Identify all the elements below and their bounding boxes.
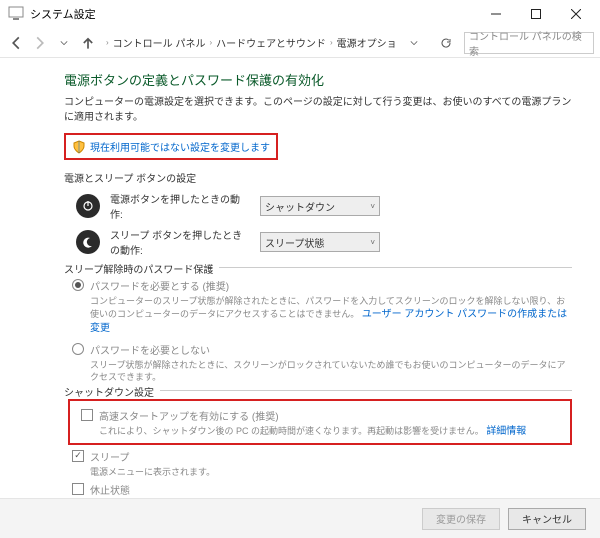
admin-settings-link[interactable]: 現在利用可能ではない設定を変更します [90, 139, 270, 154]
fast-startup-desc: これにより、シャットダウン後の PC の起動時間が速くなります。再起動は影響を受… [99, 425, 567, 439]
no-password-desc: スリープ状態が解除されたときに、スクリーンがロックされていないため誰でもお使いの… [90, 359, 572, 384]
sleep-checkbox[interactable] [72, 450, 84, 462]
power-sleep-buttons-title: 電源とスリープ ボタンの設定 [64, 170, 572, 185]
breadcrumb[interactable]: › コントロール パネル › ハードウェアとサウンド › 電源オプション › シ… [102, 35, 396, 51]
search-placeholder: コントロール パネルの検索 [469, 28, 589, 58]
shutdown-settings-legend: シャットダウン設定 [64, 384, 160, 399]
no-password-radio[interactable] [72, 343, 84, 355]
page-heading: 電源ボタンの定義とパスワード保護の有効化 [64, 70, 572, 89]
save-changes-button[interactable]: 変更の保存 [422, 508, 500, 530]
fast-startup-details-link[interactable]: 詳細情報 [486, 426, 526, 437]
fast-startup-label: 高速スタートアップを有効にする (推奨) [99, 408, 279, 423]
close-button[interactable] [556, 0, 596, 28]
history-dropdown[interactable] [54, 33, 74, 53]
chevron-right-icon: › [209, 38, 212, 47]
shield-icon [72, 140, 86, 154]
require-password-desc: コンピューターのスリープ状態が解除されたときに、パスワードを入力してスクリーンの… [90, 295, 572, 336]
fast-startup-checkbox[interactable] [81, 409, 93, 421]
window-title: システム設定 [30, 6, 96, 22]
maximize-button[interactable] [516, 0, 556, 28]
sleep-button-value: スリープ状態 [265, 235, 324, 250]
chevron-right-icon: › [330, 38, 333, 47]
hibernate-label: 休止状態 [90, 482, 130, 497]
minimize-button[interactable] [476, 0, 516, 28]
power-button-value: シャットダウン [265, 199, 335, 214]
power-button-label: 電源ボタンを押したときの動作: [110, 191, 250, 221]
no-password-label: パスワードを必要としない [90, 342, 210, 357]
require-password-label: パスワードを必要とする (推奨) [90, 278, 229, 293]
power-button-action-select[interactable]: シャットダウン ˅ [260, 196, 380, 216]
highlight-admin-link: 現在利用可能ではない設定を変更します [64, 133, 278, 160]
highlight-fast-startup: 高速スタートアップを有効にする (推奨) これにより、シャットダウン後の PC … [68, 399, 572, 445]
require-password-radio[interactable] [72, 279, 84, 291]
password-protection-legend: スリープ解除時のパスワード保護 [64, 261, 219, 276]
chevron-down-icon: ˅ [370, 238, 375, 247]
power-icon [76, 194, 100, 218]
hibernate-checkbox[interactable] [72, 483, 84, 495]
crumb-control-panel[interactable]: コントロール パネル [113, 35, 206, 50]
crumb-hardware-sound[interactable]: ハードウェアとサウンド [216, 35, 326, 50]
up-button[interactable] [78, 33, 98, 53]
app-icon [8, 6, 24, 22]
sleep-icon [76, 230, 100, 254]
page-description: コンピューターの電源設定を選択できます。このページの設定に対して行う変更は、お使… [64, 95, 572, 125]
cancel-button[interactable]: キャンセル [508, 508, 586, 530]
sleep-desc: 電源メニューに表示されます。 [90, 466, 572, 479]
sleep-button-label: スリープ ボタンを押したときの動作: [110, 227, 250, 257]
sleep-button-action-select[interactable]: スリープ状態 ˅ [260, 232, 380, 252]
crumb-power-options[interactable]: 電源オプション [337, 35, 396, 50]
refresh-button[interactable] [432, 37, 460, 49]
search-input[interactable]: コントロール パネルの検索 [464, 32, 594, 54]
forward-button[interactable] [30, 33, 50, 53]
chevron-down-icon: ˅ [370, 202, 375, 211]
sleep-label: スリープ [90, 449, 129, 464]
chevron-right-icon: › [106, 38, 109, 47]
address-dropdown[interactable] [400, 39, 428, 47]
back-button[interactable] [6, 33, 26, 53]
